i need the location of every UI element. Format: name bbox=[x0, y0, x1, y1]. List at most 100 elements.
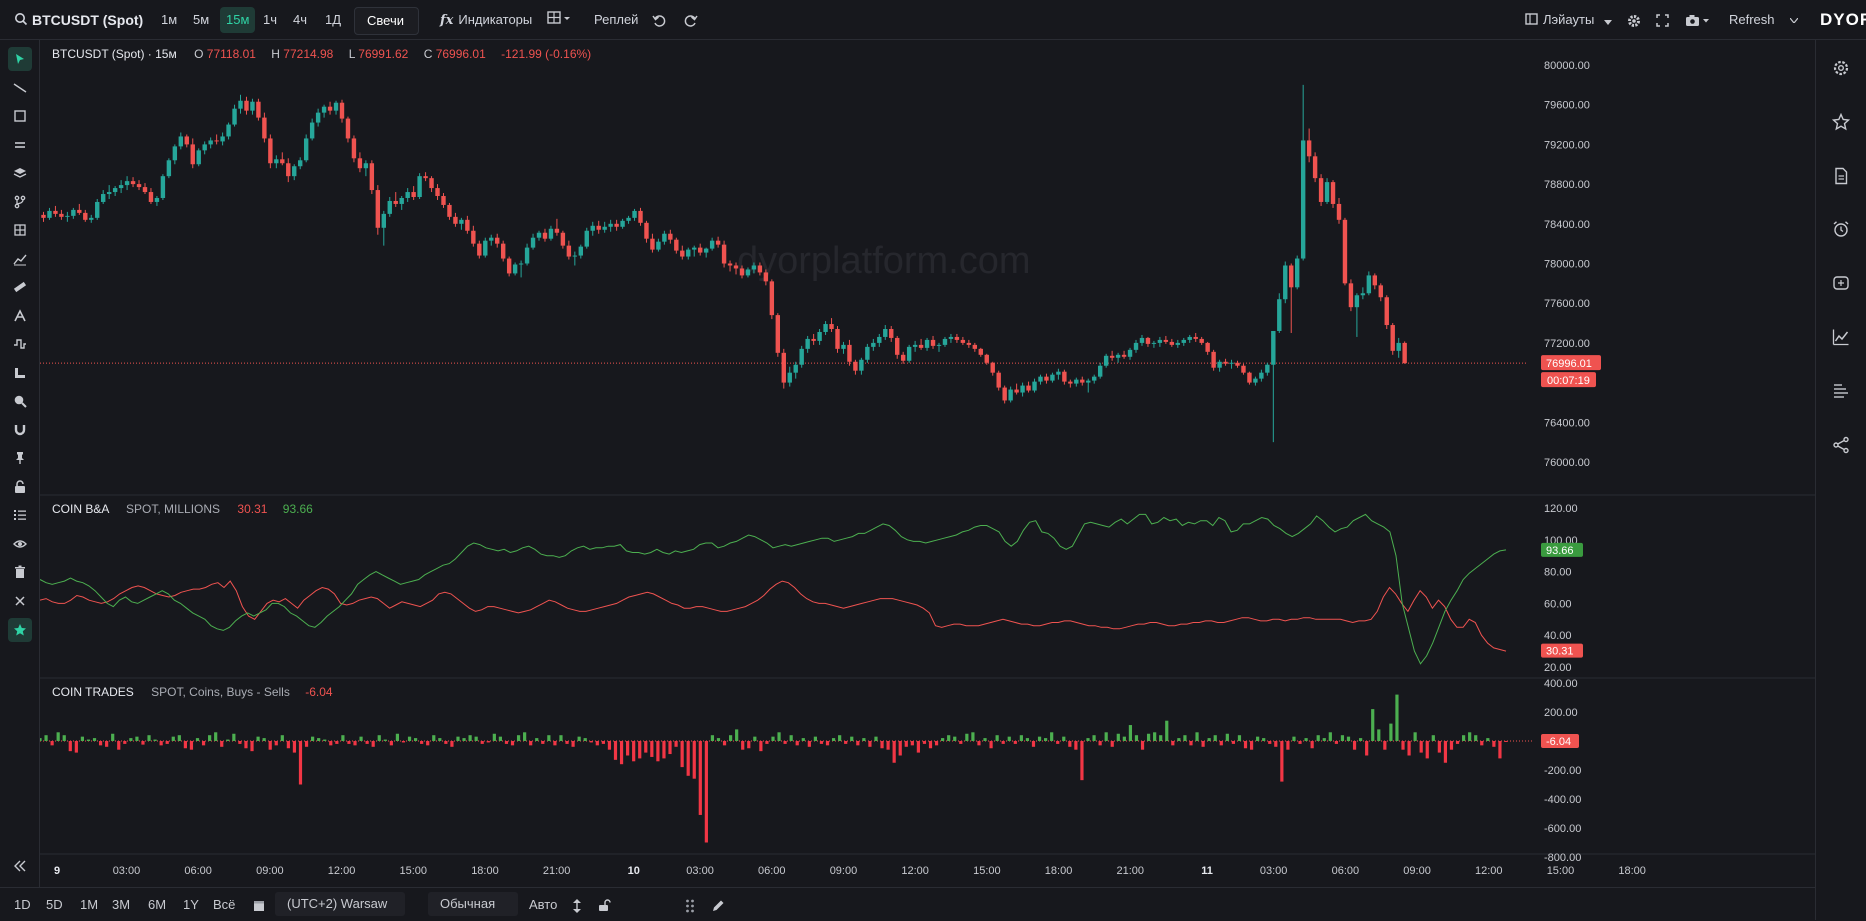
undo-icon[interactable] bbox=[652, 0, 666, 40]
trade-bar bbox=[1050, 732, 1054, 741]
rectangle-icon[interactable] bbox=[8, 104, 32, 128]
pencil-icon[interactable] bbox=[711, 888, 725, 921]
trade-bar bbox=[838, 735, 842, 741]
indicator1-legend[interactable]: COIN B&A SPOT, MILLIONS 30.31 93.66 bbox=[52, 502, 313, 516]
lock-icon[interactable] bbox=[8, 475, 32, 499]
trade-bar bbox=[747, 741, 751, 749]
trade-bar bbox=[1140, 741, 1145, 750]
range-1d[interactable]: 1D bbox=[14, 888, 31, 921]
trade-bar bbox=[910, 741, 914, 746]
settings-icon[interactable] bbox=[1828, 55, 1854, 81]
trade-bar bbox=[1449, 741, 1454, 750]
fork-icon[interactable] bbox=[8, 190, 32, 214]
candle-body bbox=[900, 354, 906, 361]
range-5d[interactable]: 5D bbox=[46, 888, 63, 921]
pin-icon[interactable] bbox=[8, 446, 32, 470]
trash-icon[interactable] bbox=[8, 560, 32, 584]
candle-body bbox=[793, 364, 798, 373]
favorites-star-icon[interactable] bbox=[8, 618, 32, 642]
candle-body bbox=[662, 233, 667, 242]
range-all[interactable]: Всё bbox=[213, 888, 235, 921]
cursor-icon[interactable] bbox=[8, 47, 32, 71]
trade-bar bbox=[1068, 741, 1072, 747]
text-icon[interactable] bbox=[8, 304, 32, 328]
calendar-icon[interactable] bbox=[253, 888, 265, 921]
trade-bar bbox=[904, 741, 908, 747]
fullscreen-icon[interactable] bbox=[1656, 0, 1669, 40]
trade-bar bbox=[1219, 741, 1223, 746]
zoom-icon[interactable] bbox=[8, 389, 32, 413]
chevron-down-icon[interactable] bbox=[1789, 0, 1799, 40]
chart-line-icon[interactable] bbox=[8, 247, 32, 271]
top-toolbar: BTCUSDT (Spot) 1м 5м 15м 1ч 4ч 1Д Свечи … bbox=[0, 0, 1866, 40]
timeframe-1m[interactable]: 1м bbox=[161, 0, 177, 40]
range-3m[interactable]: 3M bbox=[112, 888, 130, 921]
auto-scale-button[interactable]: Авто bbox=[529, 888, 557, 921]
grid-icon[interactable] bbox=[8, 218, 32, 242]
replay-button[interactable]: Реплей bbox=[594, 0, 638, 40]
scale-arrows-icon[interactable] bbox=[573, 888, 581, 921]
trade-bar bbox=[680, 741, 684, 768]
measure-icon[interactable] bbox=[8, 361, 32, 385]
range-1y[interactable]: 1Y bbox=[183, 888, 199, 921]
candle-body bbox=[518, 263, 524, 265]
trade-bar bbox=[1268, 741, 1272, 744]
document-icon[interactable] bbox=[1828, 163, 1854, 189]
star-icon[interactable] bbox=[1828, 109, 1854, 135]
search-icon bbox=[14, 2, 28, 42]
share-icon[interactable] bbox=[1828, 432, 1854, 458]
trade-bar bbox=[335, 741, 339, 744]
layers-icon[interactable] bbox=[8, 161, 32, 185]
trade-bar bbox=[159, 741, 163, 746]
close-icon[interactable] bbox=[8, 589, 32, 613]
indicators-button[interactable]: fx Индикаторы bbox=[440, 0, 532, 40]
candle-body bbox=[823, 324, 828, 332]
eye-icon[interactable] bbox=[8, 532, 32, 556]
candle-body bbox=[53, 210, 58, 214]
candle-body bbox=[984, 354, 989, 363]
order-book-icon[interactable] bbox=[1828, 378, 1854, 404]
layouts-button[interactable]: Лэйауты bbox=[1525, 0, 1612, 40]
ruler-icon[interactable] bbox=[8, 275, 32, 299]
candle-body bbox=[309, 122, 315, 139]
symbol-search[interactable]: BTCUSDT (Spot) bbox=[14, 0, 143, 40]
range-6m[interactable]: 6M bbox=[148, 888, 166, 921]
list-icon[interactable] bbox=[8, 503, 32, 527]
templates-button[interactable] bbox=[547, 0, 571, 40]
timezone-select[interactable]: (UTC+2) Warsaw bbox=[275, 892, 405, 916]
parallel-lines-icon[interactable] bbox=[8, 133, 32, 157]
indicator2-legend[interactable]: COIN TRADES SPOT, Coins, Buys - Sells -6… bbox=[52, 685, 333, 699]
unlock-icon[interactable] bbox=[598, 888, 611, 921]
chart-type-select[interactable]: Свечи bbox=[354, 7, 419, 35]
time-tick-label: 9 bbox=[54, 865, 60, 877]
trade-bar bbox=[1249, 741, 1254, 750]
scale-mode-select[interactable]: Обычная bbox=[428, 892, 518, 916]
candle-body bbox=[853, 361, 858, 371]
refresh-button[interactable]: Refresh bbox=[1729, 0, 1775, 40]
chart-area[interactable]: dyorplatform.com 80000.00 79600.00 79200.0… bbox=[40, 40, 1815, 887]
timeframe-1h[interactable]: 1ч bbox=[263, 0, 277, 40]
range-1m[interactable]: 1M bbox=[80, 888, 98, 921]
trend-line-icon[interactable] bbox=[8, 76, 32, 100]
trade-bar bbox=[274, 741, 278, 746]
camera-icon[interactable] bbox=[1685, 0, 1711, 40]
layouts-label: Лэйауты bbox=[1543, 12, 1595, 27]
candle-body bbox=[441, 196, 446, 205]
timeframe-5m[interactable]: 5м bbox=[193, 0, 209, 40]
trade-bar bbox=[844, 741, 848, 744]
trend-chart-icon[interactable] bbox=[1828, 324, 1854, 350]
chat-icon[interactable] bbox=[1828, 270, 1854, 296]
alarm-icon[interactable] bbox=[1828, 216, 1854, 242]
timeframe-4h[interactable]: 4ч bbox=[293, 0, 307, 40]
timeframe-1d[interactable]: 1Д bbox=[325, 0, 341, 40]
redo-icon[interactable] bbox=[684, 0, 698, 40]
trade-bar bbox=[153, 739, 157, 741]
timeframe-15m[interactable]: 15м bbox=[220, 7, 256, 33]
magnet-icon[interactable] bbox=[8, 418, 32, 442]
collapse-icon[interactable] bbox=[8, 854, 32, 878]
drag-handle-icon[interactable] bbox=[685, 888, 695, 921]
gear-icon[interactable] bbox=[1627, 0, 1641, 40]
trade-bar bbox=[523, 732, 527, 741]
pattern-icon[interactable] bbox=[8, 332, 32, 356]
trades-value-label: -6.04 bbox=[1546, 736, 1571, 748]
